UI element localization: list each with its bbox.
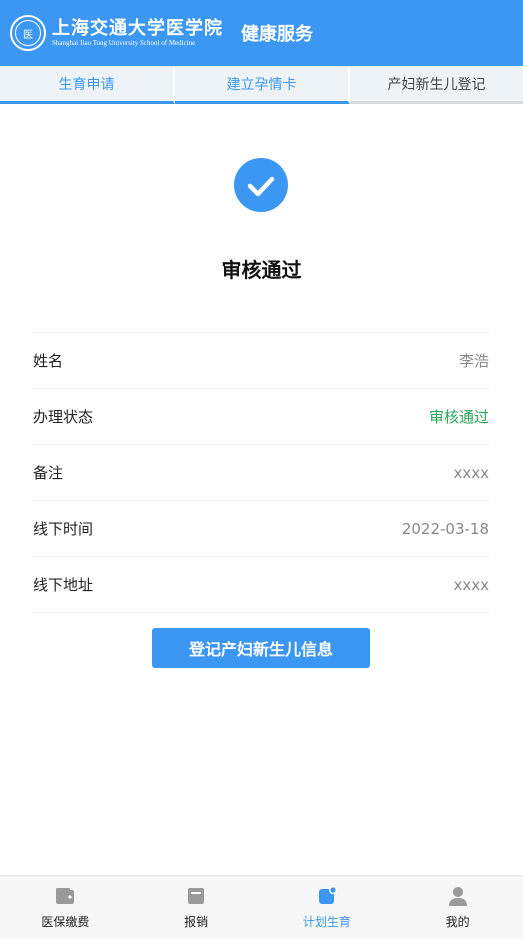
page-title: 健康服务 [241,24,313,45]
status-title: 审核通过 [221,258,302,282]
plan-icon [318,886,337,904]
inbox-icon [188,888,205,904]
info-list: 姓名 李浩 办理状态 审核通过 备注 xxxx 线下时间 2022-03-18 … [33,332,489,613]
info-row-remark: 备注 xxxx [33,445,489,501]
info-label: 线下地址 [33,576,94,594]
wallet-icon [56,888,75,904]
info-value: 2022-03-18 [401,519,489,538]
nav-label: 医保缴费 [41,915,90,929]
info-value-status: 审核通过 [428,408,489,426]
nav-item-mine[interactable]: 我的 [392,876,523,939]
nav-label: 我的 [445,915,470,929]
tab-newborn-registration[interactable]: 产妇新生儿登记 [350,66,523,104]
university-seal-icon: 医 [10,15,46,51]
info-label: 线下时间 [33,520,94,538]
info-label: 备注 [33,464,64,482]
info-label: 姓名 [33,352,64,370]
info-value: 李浩 [458,352,489,370]
info-row-offline-time: 线下时间 2022-03-18 [33,501,489,557]
info-value: xxxx [453,463,489,482]
bottom-nav: 医保缴费 报销 计划生育 我的 [0,875,523,939]
check-circle-icon [234,158,288,212]
info-value: xxxx [453,575,489,594]
info-label: 办理状态 [33,408,94,426]
info-row-status: 办理状态 审核通过 [33,389,489,445]
register-newborn-button[interactable]: 登记产妇新生儿信息 [152,628,370,668]
nav-label: 报销 [184,915,209,929]
nav-item-medical-insurance[interactable]: 医保缴费 [0,876,131,939]
nav-item-family-planning[interactable]: 计划生育 [262,876,393,939]
header-bar: 医 上海交通大学医学院 Shanghai Jiao Tong Universit… [0,0,523,66]
tab-bar: 生育申请 建立孕情卡 产妇新生儿登记 [0,66,523,104]
university-logo: 医 上海交通大学医学院 Shanghai Jiao Tong Universit… [10,15,223,51]
info-row-name: 姓名 李浩 [33,333,489,389]
nav-item-reimbursement[interactable]: 报销 [131,876,262,939]
logo-cn-text: 上海交通大学医学院 [52,17,223,39]
tab-pregnancy-card[interactable]: 建立孕情卡 [175,66,350,104]
tab-birth-application[interactable]: 生育申请 [0,66,175,104]
person-icon [448,887,467,906]
logo-en-text: Shanghai Jiao Tong University School of … [52,38,196,47]
info-row-offline-address: 线下地址 xxxx [33,557,489,613]
nav-label: 计划生育 [302,915,351,929]
